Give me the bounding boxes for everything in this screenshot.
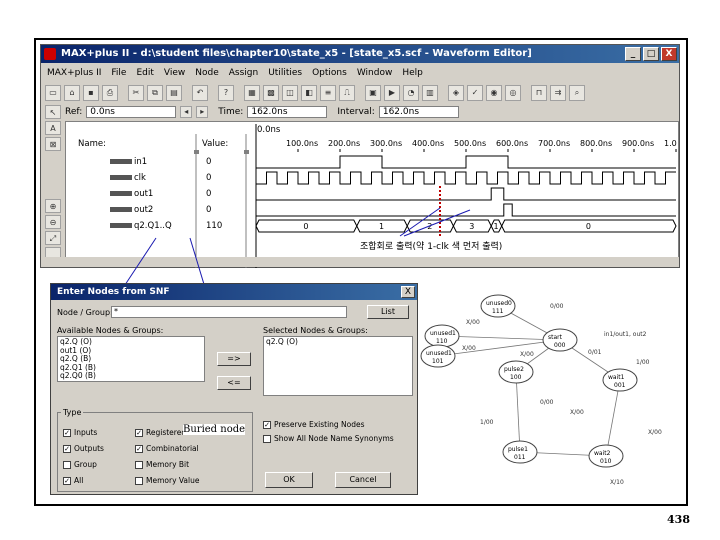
- state-name: start: [548, 334, 563, 341]
- transition-label: X/00: [570, 409, 584, 416]
- node-group-input[interactable]: *: [111, 306, 347, 318]
- checkbox-icon[interactable]: ✓: [63, 476, 71, 485]
- checkbox-icon[interactable]: [135, 460, 143, 469]
- state-diagram-legend: in1/out1, out2: [604, 331, 647, 338]
- type-label: Type: [61, 408, 84, 417]
- state-name: pulse2: [504, 366, 524, 373]
- node-group-label: Node / Group:: [57, 308, 113, 317]
- ok-button[interactable]: OK: [265, 472, 313, 488]
- show-synonyms-checkbox[interactable]: Show All Node Name Synonyms: [263, 434, 394, 443]
- memory-value-checkbox[interactable]: Memory Value: [135, 476, 199, 485]
- available-nodes-label: Available Nodes & Groups:: [57, 326, 164, 335]
- state-code: 011: [514, 454, 526, 461]
- transition-label: X/00: [648, 429, 662, 436]
- state-code: 111: [492, 308, 504, 315]
- state-transition-arrow: [441, 335, 561, 341]
- available-nodes-list[interactable]: q2.Q (O) out1 (O) q2.Q (B) q2.Q1 (B) q2.…: [57, 336, 205, 382]
- state-name: wait2: [594, 450, 611, 457]
- list-item[interactable]: q2.Q (O): [266, 337, 410, 347]
- state-name: unused1: [430, 330, 456, 337]
- cancel-button[interactable]: Cancel: [335, 472, 391, 488]
- annotation-arrow: [403, 209, 471, 237]
- remove-node-button[interactable]: <=: [217, 376, 251, 390]
- list-item[interactable]: q2.Q0 (B): [60, 371, 202, 381]
- checkbox-icon[interactable]: ✓: [135, 444, 143, 453]
- annotation-arrow: [399, 207, 441, 237]
- combinatorial-checkbox[interactable]: ✓ Combinatorial: [135, 444, 199, 453]
- state-code: 110: [436, 338, 448, 345]
- transition-label: 1/00: [636, 359, 650, 366]
- state-name: unused1: [426, 350, 452, 357]
- checkbox-icon[interactable]: [263, 434, 271, 443]
- transition-label: 0/01: [588, 349, 602, 356]
- add-node-button[interactable]: =>: [217, 352, 251, 366]
- state-transition-arrow: [515, 371, 521, 453]
- checkbox-icon[interactable]: ✓: [63, 428, 71, 437]
- dialog-close-button[interactable]: X: [401, 286, 415, 298]
- state-name: unused0: [486, 300, 512, 307]
- transition-label: X/10: [610, 479, 624, 486]
- checkbox-icon[interactable]: ✓: [135, 428, 143, 437]
- transition-label: 1/00: [480, 419, 494, 426]
- selected-nodes-label: Selected Nodes & Groups:: [263, 326, 368, 335]
- page-number: 438: [667, 513, 690, 526]
- state-code: 101: [432, 358, 444, 365]
- selected-nodes-list[interactable]: q2.Q (O): [263, 336, 413, 396]
- state-name: pulse1: [508, 446, 528, 453]
- transition-label: X/00: [462, 345, 476, 352]
- state-code: 100: [510, 374, 522, 381]
- checkbox-icon[interactable]: ✓: [263, 420, 271, 429]
- outputs-checkbox[interactable]: ✓ Outputs: [63, 444, 104, 453]
- state-code: 000: [554, 342, 566, 349]
- checkbox-icon[interactable]: [135, 476, 143, 485]
- checkbox-icon[interactable]: ✓: [63, 444, 71, 453]
- list-button[interactable]: List: [367, 305, 409, 319]
- state-code: 010: [600, 458, 612, 465]
- dialog-title: Enter Nodes from SNF: [51, 284, 417, 300]
- transition-label: 0/00: [550, 303, 564, 310]
- group-checkbox[interactable]: Group: [63, 460, 97, 469]
- memory-bit-checkbox[interactable]: Memory Bit: [135, 460, 189, 469]
- transition-label: X/00: [466, 319, 480, 326]
- checkbox-icon[interactable]: [63, 460, 71, 469]
- all-checkbox[interactable]: ✓ All: [63, 476, 83, 485]
- state-name: wait1: [608, 374, 625, 381]
- state-diagram: unused0111unused1110unused1101start000pu…: [420, 294, 662, 486]
- inputs-checkbox[interactable]: ✓ Inputs: [63, 428, 97, 437]
- buried-node-label: Buried node: [183, 424, 246, 435]
- preserve-nodes-checkbox[interactable]: ✓ Preserve Existing Nodes: [263, 420, 365, 429]
- enter-nodes-dialog: Enter Nodes from SNF X Node / Group: * L…: [50, 283, 418, 495]
- transition-label: 0/00: [540, 399, 554, 406]
- state-code: 001: [614, 382, 626, 389]
- registered-checkbox[interactable]: ✓ Registered: [135, 428, 186, 437]
- transition-label: X/00: [520, 351, 534, 358]
